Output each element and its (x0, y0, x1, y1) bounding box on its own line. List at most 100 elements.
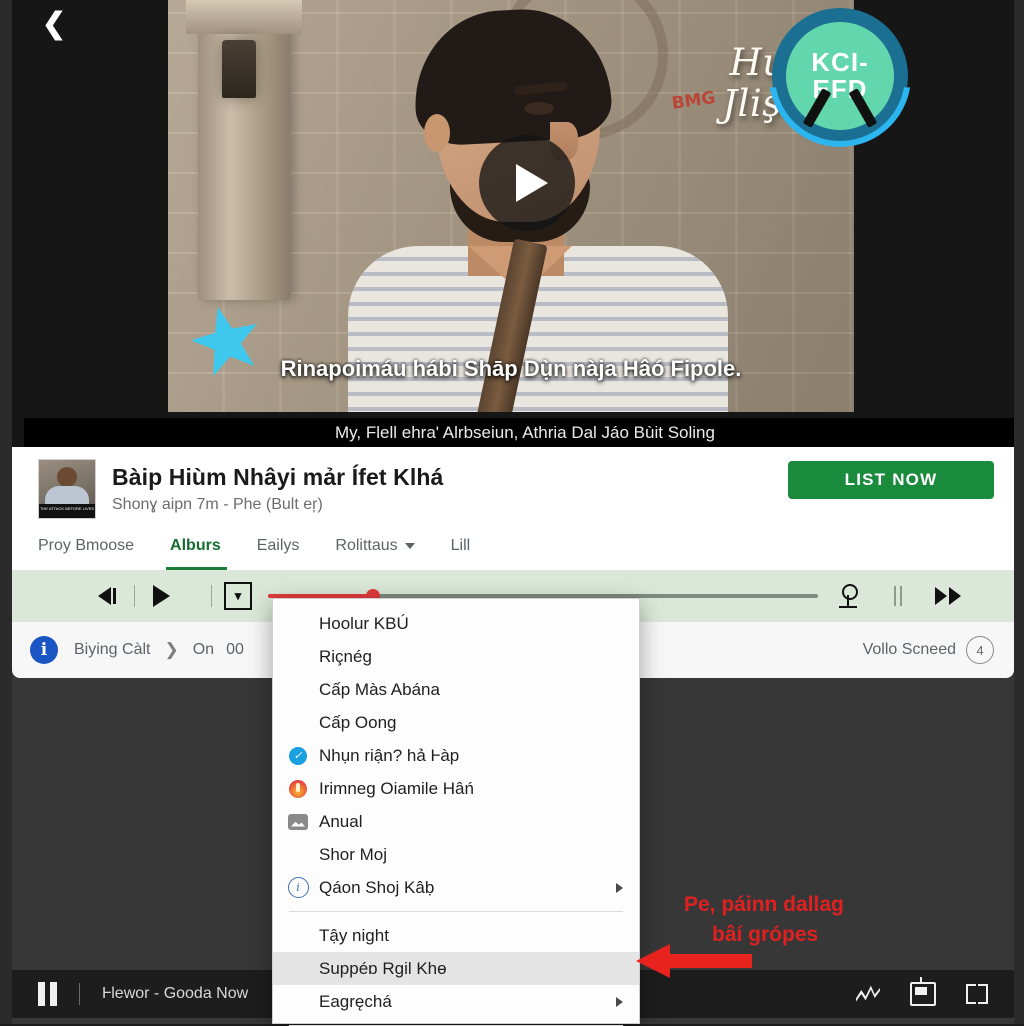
toolbar-divider (134, 585, 135, 607)
menu-item-icon-slot (285, 812, 311, 832)
menu-item-label: Hoolur KBÚ (319, 613, 409, 633)
bottom-divider (79, 983, 80, 1005)
waveform-icon[interactable] (856, 984, 880, 1004)
annotation-text: Pe, páinn dallag bâí grópes (684, 890, 844, 951)
menu-item-icon-slot (285, 845, 311, 865)
fullscreen-icon[interactable] (966, 984, 988, 1004)
anchor-button[interactable] (828, 576, 868, 616)
marker-button[interactable]: ▾ (218, 576, 258, 616)
menu-item-label: Cấp Oong (319, 712, 397, 732)
menu-item[interactable]: Cấp Oong (273, 706, 639, 739)
play-icon (515, 164, 548, 202)
image-icon (288, 813, 308, 830)
back-chevron-icon[interactable]: ❮ (32, 0, 76, 46)
blue-check-icon: ✓ (289, 746, 307, 765)
info-icon[interactable]: i (30, 636, 58, 664)
tab-label: Lill (450, 537, 471, 554)
menu-item[interactable]: Cấp Màs Abána (273, 673, 639, 706)
eye (524, 102, 554, 115)
info-card: THE ATTACK BEFORE LIVES Bàip Hiùm Nhâyi … (12, 447, 1014, 570)
menu-item-icon-slot (285, 779, 311, 799)
menu-item-icon-slot (285, 926, 311, 946)
pause-bars-button[interactable] (878, 576, 918, 616)
tab-eailys[interactable]: Eailys (239, 522, 318, 570)
menu-item-label: Nhụn riận? hả Ⱶàp (319, 745, 460, 765)
menu-item[interactable]: ✓ Nhụn riận? hả Ⱶàp (273, 739, 639, 772)
info-circle-icon: i (287, 877, 309, 898)
badge-line1: KCI- (811, 46, 869, 77)
video-caption-main: Rinapoimáu hábi Shāp Dụ̀n nàja Hâó Fipol… (280, 356, 742, 381)
context-menu[interactable]: Hoolur KBÚ Riçnég Cấp Màs Abána Cấp Oong… (272, 598, 640, 1026)
menu-item[interactable]: Tậy night (273, 919, 639, 952)
now-playing-label: Ⱶlewor - Gooda Now (102, 985, 249, 1002)
pause-icon[interactable] (38, 982, 57, 1006)
flame-circle-icon (289, 779, 307, 798)
menu-item-label: Suppéɒ Rgil Khɵ (319, 958, 447, 978)
status-right-label: Vollo Scneed (862, 641, 956, 658)
tab-lill[interactable]: Lill (433, 522, 489, 570)
avatar-head (57, 467, 77, 487)
menu-item-icon-slot (285, 680, 311, 700)
tab-label: Alburs (170, 537, 221, 554)
badge-core: KCI- EFD (786, 22, 894, 130)
page-title: Bàip Hiùm Nhâyi mảr Ífet Klhá (112, 464, 444, 490)
anchor-icon (837, 584, 859, 608)
tab-rolittaus[interactable]: Rolittaus (317, 522, 432, 570)
left-rail (0, 0, 12, 1024)
background-lamp (222, 40, 256, 98)
chevron-right-icon: ❯ (164, 640, 179, 659)
tab-proy-bmoose[interactable]: Proy Bmoose (38, 522, 152, 570)
menu-item[interactable]: Anual (273, 805, 639, 838)
bottom-right-icons (856, 977, 988, 1006)
menu-item[interactable]: i Qáon Shoj Kâḅ (273, 871, 639, 904)
menu-item-icon-slot (285, 959, 311, 979)
menu-item-label: Qáon Shoj Kâḅ (319, 877, 435, 897)
left-arrow-icon (636, 944, 752, 978)
menu-separator (289, 911, 623, 912)
status-on-value: 00 (226, 641, 244, 658)
menu-item-icon-slot: i (285, 877, 311, 898)
tab-label: Proy Bmoose (38, 537, 135, 554)
tab-label: Rolittaus (335, 537, 398, 554)
menu-item[interactable]: Eagręchá (273, 985, 639, 1018)
tab-alburs[interactable]: Alburs (152, 522, 239, 570)
fast-forward-button[interactable] (928, 576, 968, 616)
avatar: THE ATTACK BEFORE LIVES (38, 459, 96, 519)
menu-item-label: Tậy night (319, 925, 389, 945)
menu-item-icon-slot: ✓ (285, 746, 311, 766)
play-overlay-button[interactable] (479, 135, 575, 231)
play-icon (152, 585, 170, 607)
prev-frame-button[interactable] (88, 576, 128, 616)
play-button[interactable] (141, 576, 181, 616)
list-now-button[interactable]: LIST NOW (788, 461, 994, 499)
submenu-arrow-icon (616, 996, 623, 1007)
breadcrumb[interactable]: Biying Càlt (74, 641, 150, 659)
menu-item[interactable]: Riçnég (273, 640, 639, 673)
corner-badge: KCI- EFD (772, 8, 908, 144)
info-card-text: Bàip Hiùm Nhâyi mảr Ífet Klhá Shonɣ aipn… (112, 464, 443, 514)
menu-item-label: Eagręchá (319, 991, 392, 1011)
app-root: BMG Hupay Jlişclèn KCI- EFD ❮ Rinapoimáu… (0, 0, 1024, 1026)
video-player[interactable]: BMG Hupay Jlişclèn KCI- EFD ❮ Rinapoimáu… (12, 0, 1014, 447)
marker-box-icon: ▾ (224, 582, 252, 610)
page-subtitle: Shonɣ aipn 7m - Phe (Bult eŗ) (112, 496, 323, 513)
menu-item-label: Anual (319, 811, 363, 831)
pause-bars-icon (894, 586, 902, 606)
status-badge[interactable]: 4 (966, 636, 994, 664)
annotation-line1: Pe, páinn dallag (684, 893, 844, 916)
ear (424, 114, 450, 152)
menu-item[interactable]: Irimneg Oiamile Hâń (273, 772, 639, 805)
chevron-down-icon (404, 543, 415, 549)
menu-item-icon-slot (285, 647, 311, 667)
menu-item-label: Shor Moj (319, 844, 388, 864)
menu-item-highlighted[interactable]: Suppéɒ Rgil Khɵ (273, 952, 639, 985)
menu-item[interactable]: Shor Moj (273, 838, 639, 871)
avatar-caption: THE ATTACK BEFORE LIVES (39, 504, 95, 518)
menu-item-icon-slot (285, 614, 311, 634)
submenu-arrow-icon (616, 882, 623, 893)
menu-item-icon-slot (285, 992, 311, 1012)
cast-icon[interactable] (910, 977, 936, 1006)
menu-item-label: Cấp Màs Abána (319, 679, 440, 699)
menu-item[interactable]: Hoolur KBÚ (273, 607, 639, 640)
menu-item-icon-slot (285, 713, 311, 733)
